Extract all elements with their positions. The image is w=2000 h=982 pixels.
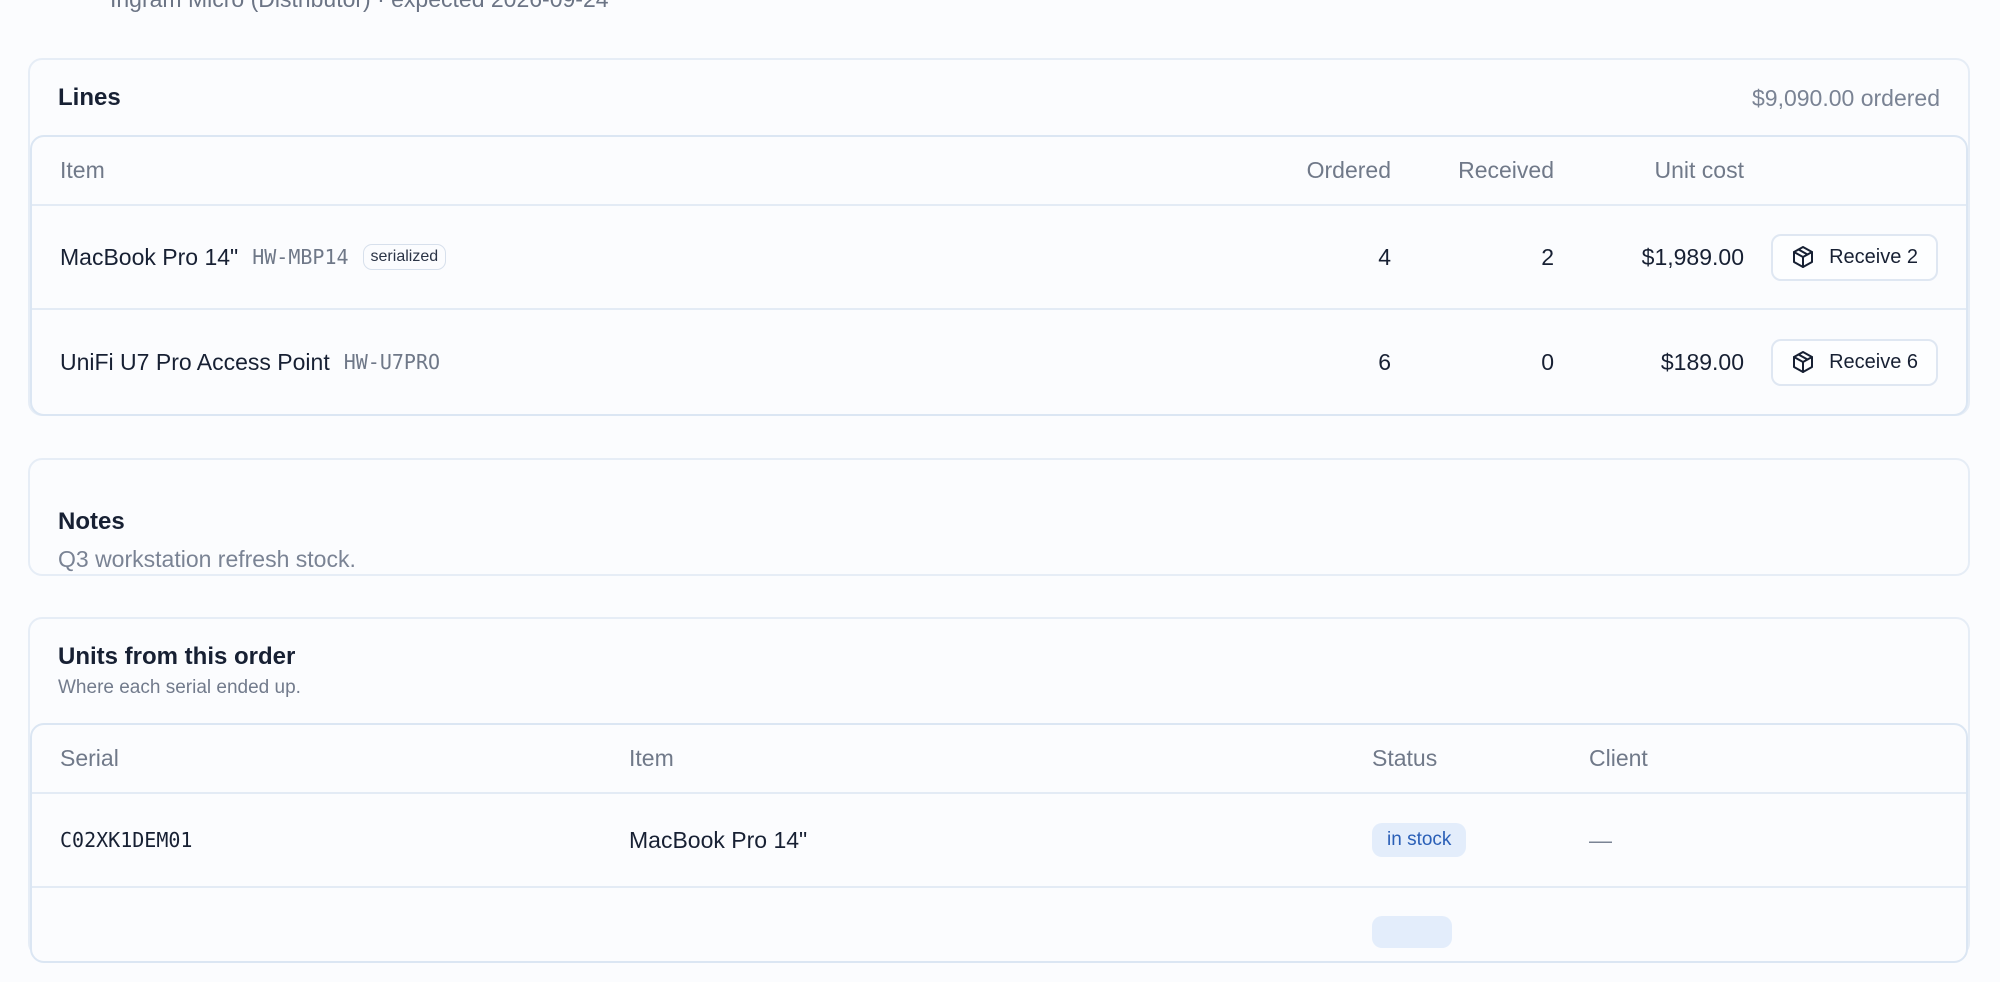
line-unit-cost: $189.00 — [1660, 348, 1744, 375]
col-ordered: Ordered — [1306, 157, 1391, 183]
receive-button-label: Receive 6 — [1829, 350, 1918, 373]
col-serial: Serial — [60, 745, 119, 771]
lines-table: Item Ordered Received Unit cost MacBook … — [30, 135, 1968, 416]
line-action-cell: Receive 6 — [1744, 338, 1966, 386]
status-badge — [1372, 916, 1452, 948]
unit-item: MacBook Pro 14" — [629, 826, 808, 853]
units-header: Units from this order Where each serial … — [30, 619, 1968, 699]
table-row[interactable] — [32, 888, 1966, 982]
line-item-cell: UniFi U7 Pro Access Point HW-U7PRO — [32, 349, 1157, 376]
col-item: Item — [60, 157, 105, 183]
notes-text: Q3 workstation refresh stock. — [58, 546, 356, 572]
line-item-name: UniFi U7 Pro Access Point — [60, 348, 330, 375]
lines-table-header: Item Ordered Received Unit cost — [32, 137, 1966, 206]
serialized-badge: serialized — [362, 244, 447, 270]
receive-button-label: Receive 2 — [1829, 245, 1918, 268]
notes-card: Notes Q3 workstation refresh stock. — [28, 458, 1970, 576]
vendor-line: Ingram Micro (Distributor) · expected 20… — [110, 0, 609, 13]
line-item-sku: HW-U7PRO — [343, 350, 441, 374]
line-received: 2 — [1541, 243, 1554, 270]
notes-header: Notes — [30, 460, 1968, 536]
unit-status-cell: in stock — [1372, 823, 1589, 857]
units-subtitle: Where each serial ended up. — [58, 677, 301, 698]
lines-title: Lines — [58, 84, 121, 111]
line-item-cell: MacBook Pro 14" HW-MBP14 serialized — [32, 244, 1157, 271]
units-card: Units from this order Where each serial … — [28, 617, 1970, 963]
line-unit-cost: $1,989.00 — [1641, 243, 1744, 270]
table-row: MacBook Pro 14" HW-MBP14 serialized 4 2 … — [32, 206, 1966, 310]
line-item-sku: HW-MBP14 — [252, 245, 349, 269]
units-title: Units from this order — [58, 643, 296, 670]
col-received: Received — [1458, 157, 1554, 183]
units-table-header: Serial Item Status Client — [32, 725, 1966, 794]
line-received: 0 — [1541, 348, 1554, 375]
status-badge: in stock — [1372, 823, 1467, 857]
table-row: UniFi U7 Pro Access Point HW-U7PRO 6 0 $… — [32, 310, 1966, 414]
lines-card: Lines $9,090.00 ordered Item Ordered Rec… — [28, 58, 1970, 416]
line-item-name: MacBook Pro 14" — [60, 243, 239, 270]
package-icon — [1793, 246, 1814, 268]
package-icon — [1793, 351, 1814, 373]
line-action-cell: Receive 2 — [1744, 233, 1966, 281]
receive-button[interactable]: Receive 6 — [1771, 338, 1938, 386]
col-unit-cost: Unit cost — [1654, 157, 1744, 183]
col-status: Status — [1372, 745, 1438, 771]
receive-button[interactable]: Receive 2 — [1771, 233, 1938, 281]
lines-total: $9,090.00 ordered — [1752, 84, 1940, 111]
line-ordered: 6 — [1378, 348, 1391, 375]
line-ordered: 4 — [1378, 243, 1391, 270]
col-client: Client — [1589, 745, 1648, 771]
col-unit-item: Item — [629, 745, 674, 771]
lines-header: Lines $9,090.00 ordered — [30, 60, 1968, 136]
table-row[interactable]: C02XK1DEM01 MacBook Pro 14" in stock — — [32, 794, 1966, 888]
unit-serial: C02XK1DEM01 — [60, 828, 193, 852]
units-table: Serial Item Status Client C02XK1DEM01 Ma… — [30, 723, 1968, 963]
notes-title: Notes — [58, 508, 125, 535]
unit-client: — — [1589, 826, 1612, 853]
